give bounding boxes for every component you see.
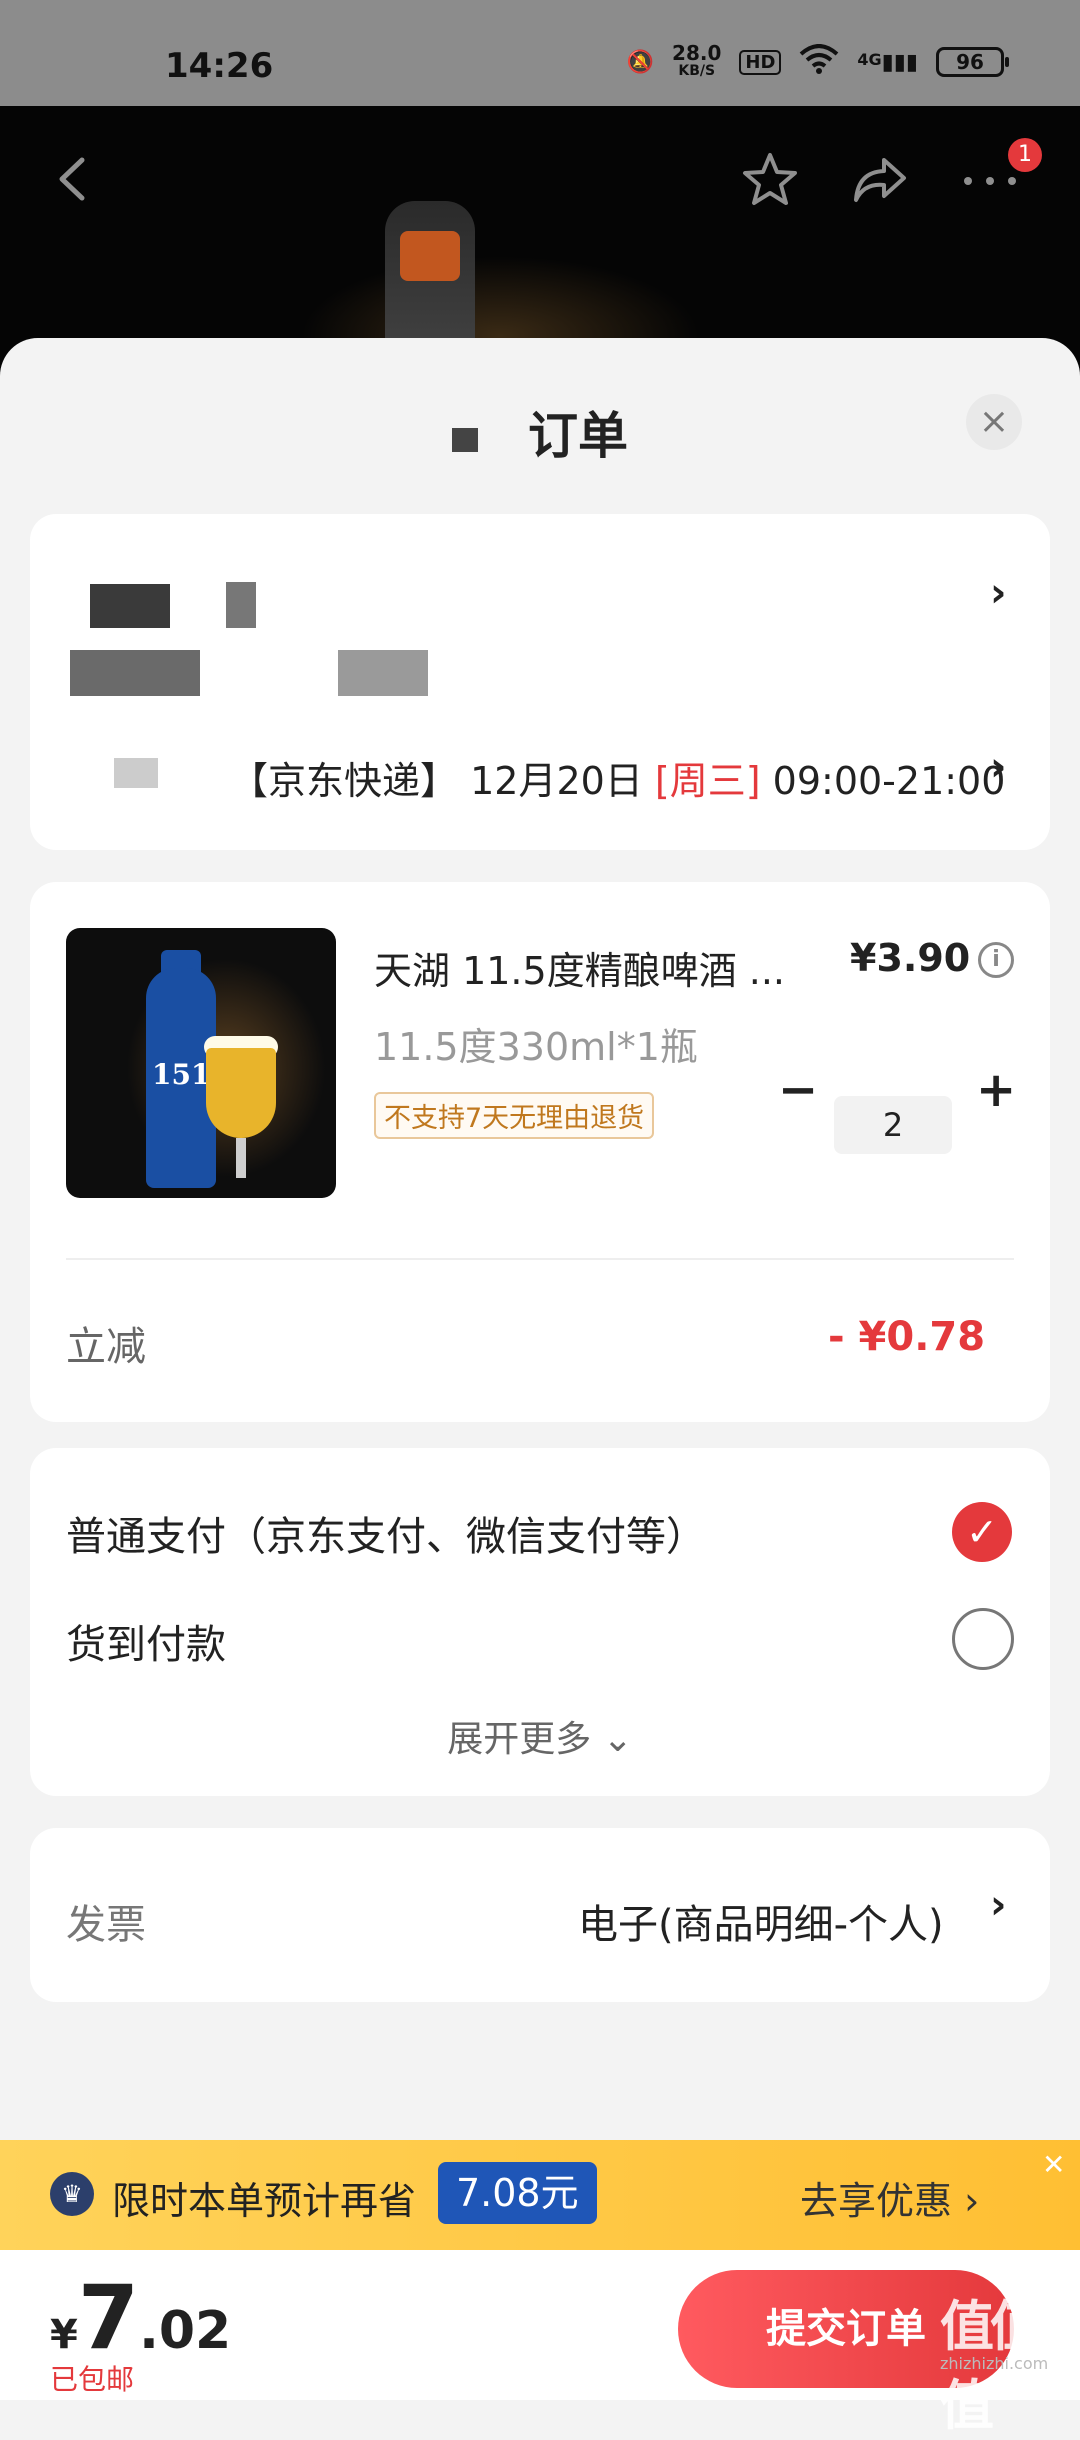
payment-card: 普通支付（京东支付、微信支付等） ✓ 货到付款 展开更多 ⌄ (30, 1448, 1050, 1796)
promo-text: 限时本单预计再省 (112, 2179, 417, 2223)
back-icon[interactable] (52, 154, 92, 213)
promo-amount: 7.08元 (438, 2162, 597, 2224)
product-spec: 11.5度330ml*1瓶 (374, 1025, 698, 1069)
payment-option-cod[interactable]: 货到付款 (66, 1612, 226, 1670)
hd-icon: HD (739, 49, 782, 75)
close-button[interactable]: × (966, 394, 1022, 450)
product-card: 1516 天湖 11.5度精酿啤酒 ... 11.5度330ml*1瓶 不支持7… (30, 882, 1050, 1422)
watermark-url: zhizhizhi.com (940, 2354, 1049, 2373)
return-policy-tag: 不支持7天无理由退货 (374, 1092, 655, 1139)
divider (66, 1258, 1014, 1260)
redacted-block (452, 427, 478, 452)
status-bar: 14:26 🔕 28.0 KB/S HD 4G▮▮▮ 96 (0, 0, 1080, 106)
promo-action-link[interactable]: 去享优惠 › (800, 2170, 979, 2225)
product-price: ¥3.90 (850, 936, 971, 980)
favorite-star-icon[interactable] (740, 150, 800, 219)
promo-banner[interactable]: ♛ 限时本单预计再省 7.08元 去享优惠 › ✕ (0, 2140, 1080, 2250)
wifi-icon (799, 44, 839, 80)
payment-option-online[interactable]: 普通支付（京东支付、微信支付等） (66, 1504, 706, 1562)
order-sheet: 订单 × › › 【京东快递】 12月20日 [周三] 09:00-21:00 … (0, 338, 1080, 2140)
address-chevron-icon: › (990, 570, 1007, 616)
quantity-decrease-button[interactable]: − (778, 1062, 818, 1118)
delivery-time[interactable]: 【京东快递】 12月20日 [周三] 09:00-21:00 (230, 750, 1005, 805)
thumb-label: 1516 (152, 1058, 230, 1091)
redacted-address-2 (338, 650, 428, 696)
hero-bottle-cap (400, 231, 460, 281)
signal-icon: 4G▮▮▮ (857, 49, 918, 75)
info-icon[interactable]: i (978, 942, 1014, 978)
discount-value: - ¥0.78 (828, 1314, 986, 1360)
quantity-increase-button[interactable]: + (976, 1062, 1016, 1118)
order-total: ¥7.02 (50, 2266, 232, 2369)
redacted-phone (226, 582, 256, 628)
share-icon[interactable] (850, 152, 910, 217)
quantity-stepper[interactable]: 2 (834, 1096, 952, 1154)
redacted-name (90, 584, 170, 628)
redacted-address (70, 650, 200, 696)
unchecked-icon[interactable] (952, 1608, 1014, 1670)
crown-icon: ♛ (50, 2172, 94, 2216)
invoice-card[interactable]: 发票 电子(商品明细-个人) › (30, 1828, 1050, 2002)
product-name[interactable]: 天湖 11.5度精酿啤酒 ... (374, 940, 785, 995)
status-time: 14:26 (165, 46, 274, 86)
product-thumbnail[interactable]: 1516 (66, 928, 336, 1198)
redacted-tag (114, 758, 158, 788)
checked-icon[interactable]: ✓ (952, 1502, 1012, 1562)
mute-icon: 🔕 (626, 49, 655, 75)
battery-icon: 96 (936, 47, 1009, 77)
status-icons: 🔕 28.0 KB/S HD 4G▮▮▮ 96 (626, 41, 1009, 80)
discount-label: 立减 (66, 1324, 146, 1370)
promo-close-icon[interactable]: ✕ (1042, 2148, 1065, 2181)
sheet-title: 订单 (0, 396, 1080, 468)
invoice-value: 电子(商品明细-个人) (578, 1902, 944, 1948)
invoice-chevron-icon: › (990, 1882, 1007, 1928)
checkout-bar: ¥7.02 已包邮 提交订单 值值值 zhizhizhi.com (0, 2250, 1080, 2437)
shipping-note: 已包邮 (50, 2363, 135, 2396)
message-badge: 1 (1008, 138, 1042, 172)
invoice-label: 发票 (66, 1902, 146, 1948)
expand-more-button[interactable]: 展开更多 ⌄ (30, 1710, 1050, 1762)
net-speed: 28.0 KB/S (672, 41, 722, 79)
